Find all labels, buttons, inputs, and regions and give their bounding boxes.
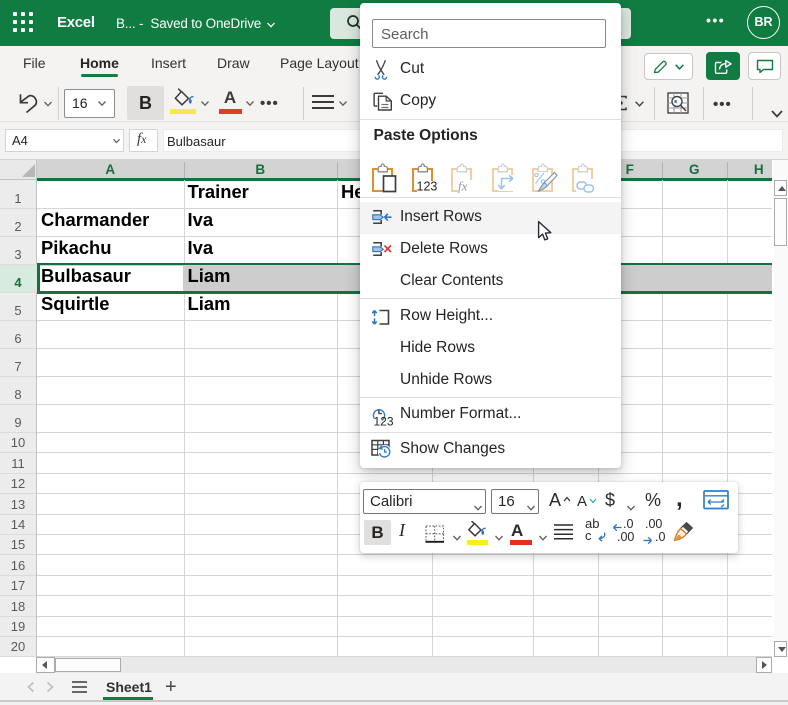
svg-text:123: 123	[416, 180, 437, 194]
svg-text:fx: fx	[458, 179, 468, 194]
svg-text:123: 123	[374, 415, 394, 429]
